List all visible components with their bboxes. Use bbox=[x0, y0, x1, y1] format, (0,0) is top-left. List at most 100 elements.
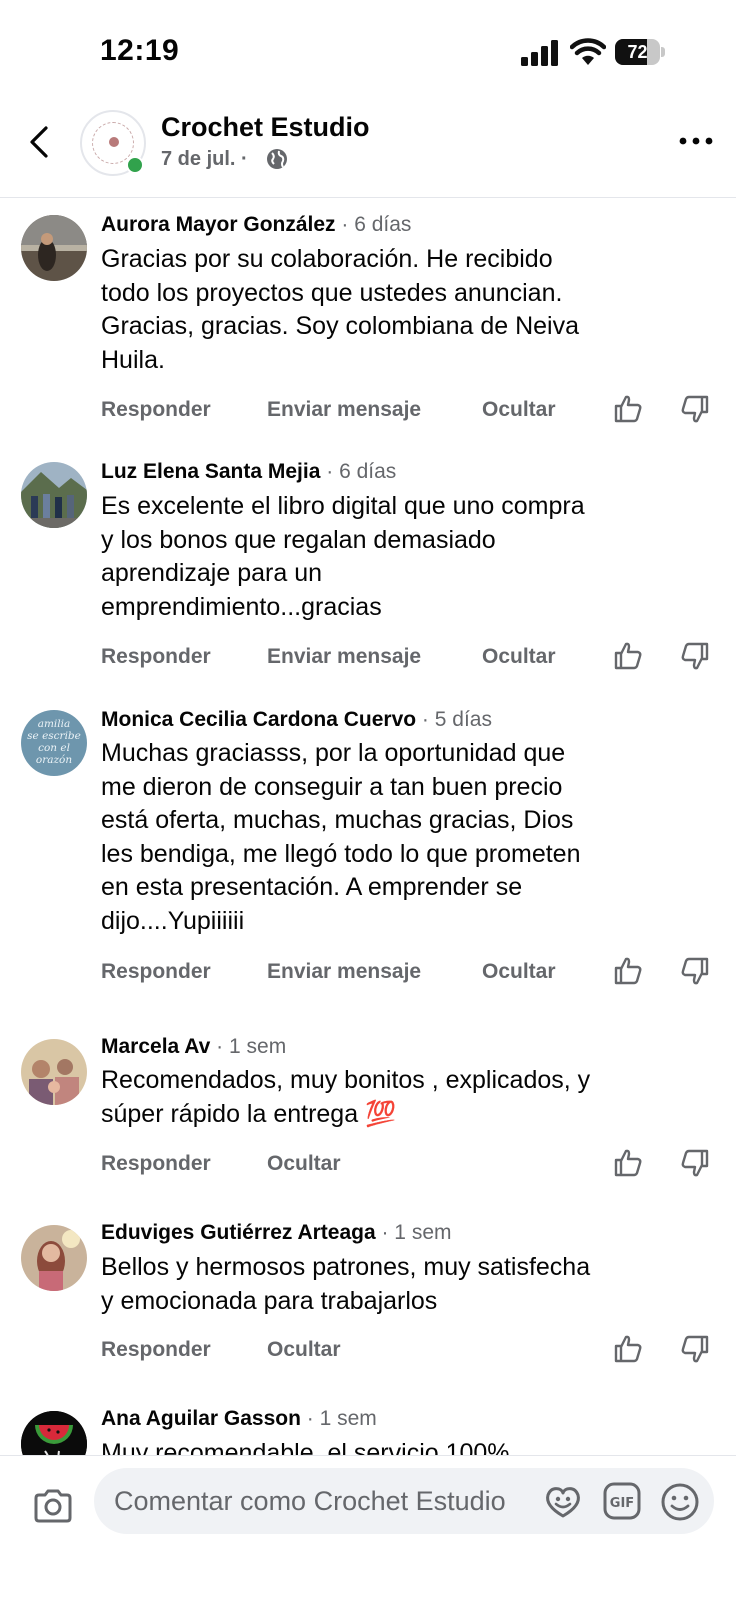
comment-line: en esta presentación. A emprender se bbox=[101, 873, 523, 901]
comment-line: Muchas graciasss, por la oportunidad que bbox=[101, 739, 566, 767]
comment-composer: Comentar como Crochet Estudio GIF bbox=[0, 1455, 736, 1600]
comment-item: Ana Aguilar Gasson · 1 sem Muy recomenda… bbox=[0, 1385, 736, 1455]
comment-line: Es excelente el libro digital que uno co… bbox=[101, 492, 585, 520]
thumbs-up-icon[interactable] bbox=[613, 1334, 643, 1364]
comment-item: Eduviges Gutiérrez Arteaga · 1 sem Bello… bbox=[0, 1199, 736, 1385]
comment-line: está oferta, muchas, muchas gracias, Dio… bbox=[101, 806, 574, 834]
send-message-button[interactable]: Enviar mensaje bbox=[267, 645, 421, 669]
commenter-name[interactable]: Aurora Mayor González bbox=[101, 213, 336, 236]
comment-header: Luz Elena Santa Mejia · 6 días bbox=[101, 460, 396, 484]
page-name[interactable]: Crochet Estudio bbox=[161, 112, 370, 143]
comment-actions: Responder Enviar mensaje Ocultar bbox=[101, 645, 621, 675]
comment-time: · 6 días bbox=[320, 460, 397, 483]
commenter-avatar[interactable] bbox=[21, 215, 87, 281]
thumbs-down-icon[interactable] bbox=[680, 1148, 710, 1178]
comment-line: y los bonos que regalan demasiado bbox=[101, 525, 496, 554]
reply-button[interactable]: Responder bbox=[101, 645, 211, 669]
comment-line: y emocionada para trabajarlos bbox=[101, 1286, 438, 1315]
battery-indicator: 72 bbox=[615, 39, 665, 65]
comment-header: Ana Aguilar Gasson · 1 sem bbox=[101, 1407, 377, 1431]
thumbs-down-icon[interactable] bbox=[680, 394, 710, 424]
status-bar: 12:19 72 bbox=[0, 0, 736, 100]
commenter-name[interactable]: Eduviges Gutiérrez Arteaga bbox=[101, 1221, 376, 1244]
reply-button[interactable]: Responder bbox=[101, 1338, 211, 1362]
comment-line: Muy recomendable, el servicio 100% bbox=[101, 1439, 510, 1455]
comment-header: Monica Cecilia Cardona Cuervo · 5 días bbox=[101, 708, 492, 732]
commenter-avatar[interactable] bbox=[21, 1225, 87, 1291]
comment-line: les bendiga, me llegó todo lo que promet… bbox=[101, 839, 581, 868]
comment-time: · 6 días bbox=[335, 213, 412, 236]
thumbs-up-icon[interactable] bbox=[613, 1148, 643, 1178]
send-message-button[interactable]: Enviar mensaje bbox=[267, 960, 421, 984]
reply-button[interactable]: Responder bbox=[101, 1152, 211, 1176]
comment-line: aprendizaje para un bbox=[101, 559, 322, 587]
sticker-icon[interactable] bbox=[543, 1482, 583, 1520]
thumbs-up-icon[interactable] bbox=[613, 956, 643, 986]
comment-item: Aurora Mayor González · 6 días Gracias p… bbox=[0, 199, 736, 447]
send-message-button[interactable]: Enviar mensaje bbox=[267, 398, 421, 422]
hide-button[interactable]: Ocultar bbox=[267, 1338, 341, 1362]
cellular-signal-icon bbox=[521, 40, 558, 66]
back-arrow-icon[interactable] bbox=[24, 122, 60, 162]
comment-text: Recomendados, muy bonitos , explicados, … bbox=[101, 1064, 711, 1131]
commenter-avatar[interactable] bbox=[21, 1039, 87, 1105]
comment-input[interactable]: Comentar como Crochet Estudio bbox=[114, 1468, 534, 1534]
post-header: Crochet Estudio 7 de jul. · bbox=[0, 100, 736, 198]
online-status-dot bbox=[126, 156, 144, 174]
comment-actions: Responder Ocultar bbox=[101, 1338, 401, 1368]
reply-button[interactable]: Responder bbox=[101, 398, 211, 422]
comment-line: Bellos y hermosos patrones, muy satisfec… bbox=[101, 1253, 591, 1281]
svg-text:GIF: GIF bbox=[610, 1496, 634, 1511]
comment-line: Huila. bbox=[101, 345, 165, 374]
thumbs-down-icon[interactable] bbox=[680, 641, 710, 671]
comment-text: Muchas graciasss, por la oportunidad que… bbox=[101, 737, 711, 938]
commenter-avatar[interactable] bbox=[21, 462, 87, 528]
globe-icon bbox=[267, 149, 287, 169]
comment-line: Recomendados, muy bonitos , explicados, … bbox=[101, 1066, 591, 1094]
comment-item: amilia se escribe con el orazón Monica C… bbox=[0, 695, 736, 1013]
commenter-name[interactable]: Monica Cecilia Cardona Cuervo bbox=[101, 708, 416, 731]
comment-time: · 1 sem bbox=[210, 1035, 287, 1058]
comment-text: Es excelente el libro digital que uno co… bbox=[101, 490, 711, 624]
hide-button[interactable]: Ocultar bbox=[267, 1152, 341, 1176]
gif-icon[interactable]: GIF bbox=[603, 1482, 641, 1520]
commenter-name[interactable]: Marcela Av bbox=[101, 1035, 210, 1058]
commenter-name[interactable]: Ana Aguilar Gasson bbox=[101, 1407, 301, 1430]
hide-button[interactable]: Ocultar bbox=[482, 398, 556, 422]
comment-header: Marcela Av · 1 sem bbox=[101, 1035, 286, 1059]
comment-item: Luz Elena Santa Mejia · 6 días Es excele… bbox=[0, 447, 736, 695]
camera-icon[interactable] bbox=[32, 1486, 74, 1526]
comment-text: Gracias por su colaboración. He recibido… bbox=[101, 243, 711, 377]
hide-button[interactable]: Ocultar bbox=[482, 645, 556, 669]
commenter-name[interactable]: Luz Elena Santa Mejia bbox=[101, 460, 320, 483]
comment-line: dijo....Yupiiiiii bbox=[101, 906, 245, 935]
reply-button[interactable]: Responder bbox=[101, 960, 211, 984]
post-date: 7 de jul. · bbox=[161, 148, 248, 170]
comment-list[interactable]: Aurora Mayor González · 6 días Gracias p… bbox=[0, 199, 736, 1455]
comment-line: súper rápido la entrega 💯 bbox=[101, 1099, 397, 1128]
more-options-icon[interactable] bbox=[678, 134, 714, 148]
thumbs-down-icon[interactable] bbox=[680, 1334, 710, 1364]
thumbs-up-icon[interactable] bbox=[613, 394, 643, 424]
comment-time: · 1 sem bbox=[375, 1221, 452, 1244]
commenter-avatar[interactable]: amilia se escribe con el orazón bbox=[21, 710, 87, 776]
comment-line: emprendimiento...gracias bbox=[101, 592, 382, 621]
commenter-avatar[interactable] bbox=[21, 1411, 87, 1455]
comment-line: me dieron de conseguir a tan buen precio bbox=[101, 772, 563, 801]
thumbs-down-icon[interactable] bbox=[680, 956, 710, 986]
comment-item: Marcela Av · 1 sem Recomendados, muy bon… bbox=[0, 1013, 736, 1199]
comment-text: Muy recomendable, el servicio 100% bbox=[101, 1437, 711, 1455]
thumbs-up-icon[interactable] bbox=[613, 641, 643, 671]
status-time: 12:19 bbox=[100, 34, 180, 67]
wifi-icon bbox=[570, 38, 606, 65]
comment-time: · 5 días bbox=[416, 708, 492, 731]
comment-line: Gracias por su colaboración. He recibido bbox=[101, 245, 553, 273]
comment-line: Gracias, gracias. Soy colombiana de Neiv… bbox=[101, 312, 580, 340]
comment-input-field[interactable]: Comentar como Crochet Estudio GIF bbox=[94, 1468, 714, 1534]
hide-button[interactable]: Ocultar bbox=[482, 960, 556, 984]
emoji-icon[interactable] bbox=[660, 1482, 700, 1522]
comment-header: Eduviges Gutiérrez Arteaga · 1 sem bbox=[101, 1221, 452, 1245]
comment-line: todo los proyectos que ustedes anuncian. bbox=[101, 278, 563, 307]
comment-time: · 1 sem bbox=[300, 1407, 377, 1430]
comment-actions: Responder Ocultar bbox=[101, 1152, 401, 1182]
